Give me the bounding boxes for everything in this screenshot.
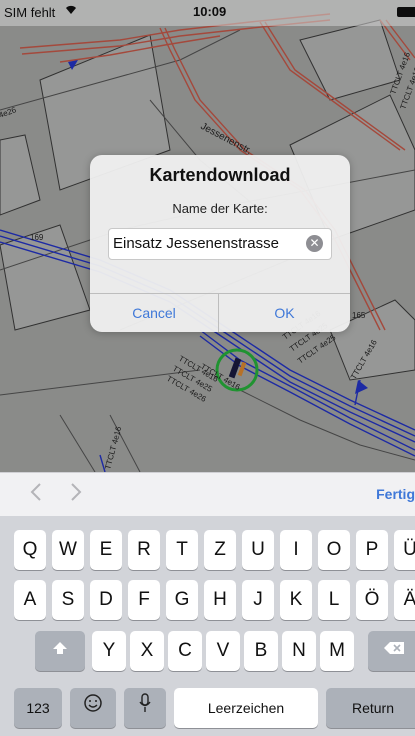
download-dialog: Kartendownload Name der Karte: Einsatz J… — [90, 155, 350, 332]
letter-key[interactable]: U — [242, 530, 274, 570]
letter-key[interactable]: W — [52, 530, 84, 570]
letter-key[interactable]: E — [90, 530, 122, 570]
keyboard-toolbar: Fertig — [0, 472, 415, 517]
letter-key[interactable]: V — [206, 631, 240, 671]
letter-key[interactable]: B — [244, 631, 278, 671]
return-key[interactable]: Return — [326, 688, 415, 728]
done-button[interactable]: Fertig — [376, 486, 415, 502]
chevron-right-icon[interactable] — [70, 482, 82, 508]
letter-key[interactable]: J — [242, 580, 274, 620]
letter-key[interactable]: P — [356, 530, 388, 570]
backspace-icon — [384, 642, 404, 654]
cancel-button[interactable]: Cancel — [90, 294, 218, 332]
letter-key[interactable]: Q — [14, 530, 46, 570]
letter-key[interactable]: F — [128, 580, 160, 620]
numbers-key[interactable]: 123 — [14, 688, 62, 728]
letter-key[interactable]: C — [168, 631, 202, 671]
letter-key[interactable]: I — [280, 530, 312, 570]
microphone-icon — [139, 693, 151, 712]
map-name-input[interactable]: Einsatz Jessenenstrasse ✕ — [108, 228, 332, 260]
letter-key[interactable]: Ü — [394, 530, 415, 570]
letter-key[interactable]: O — [318, 530, 350, 570]
letter-key[interactable]: Ö — [356, 580, 388, 620]
letter-key[interactable]: S — [52, 580, 84, 620]
app-screen: Jessenenstr. 169 165 4e26 TTCLT 4e16 TTC… — [0, 0, 415, 736]
dialog-title: Kartendownload — [149, 165, 291, 185]
letter-key[interactable]: G — [166, 580, 198, 620]
shift-icon — [53, 642, 67, 654]
letter-key[interactable]: Z — [204, 530, 236, 570]
letter-key[interactable]: N — [282, 631, 316, 671]
letter-key[interactable]: L — [318, 580, 350, 620]
letter-key[interactable]: H — [204, 580, 236, 620]
letter-key[interactable]: Y — [92, 631, 126, 671]
letter-key[interactable]: R — [128, 530, 160, 570]
map-name-value[interactable]: Einsatz Jessenenstrasse — [113, 235, 279, 252]
ok-button[interactable]: OK — [219, 294, 350, 332]
dictation-key[interactable] — [124, 688, 166, 728]
letter-key[interactable]: T — [166, 530, 198, 570]
delete-key[interactable] — [368, 631, 415, 671]
letter-key[interactable]: M — [320, 631, 354, 671]
emoji-key[interactable] — [70, 688, 116, 728]
letter-key[interactable]: K — [280, 580, 312, 620]
chevron-left-icon[interactable] — [30, 482, 42, 508]
emoji-icon — [84, 694, 102, 712]
keyboard: QWERTZUIOPÜ ASDFGHJKLÖÄ YXCVBNM 123 Leer… — [0, 516, 415, 736]
space-key[interactable]: Leerzeichen — [174, 688, 318, 728]
letter-key[interactable]: X — [130, 631, 164, 671]
shift-key[interactable] — [35, 631, 85, 671]
clear-text-icon[interactable]: ✕ — [306, 235, 323, 252]
dialog-message: Name der Karte: — [172, 201, 268, 216]
letter-key[interactable]: A — [14, 580, 46, 620]
letter-key[interactable]: D — [90, 580, 122, 620]
letter-key[interactable]: Ä — [394, 580, 415, 620]
